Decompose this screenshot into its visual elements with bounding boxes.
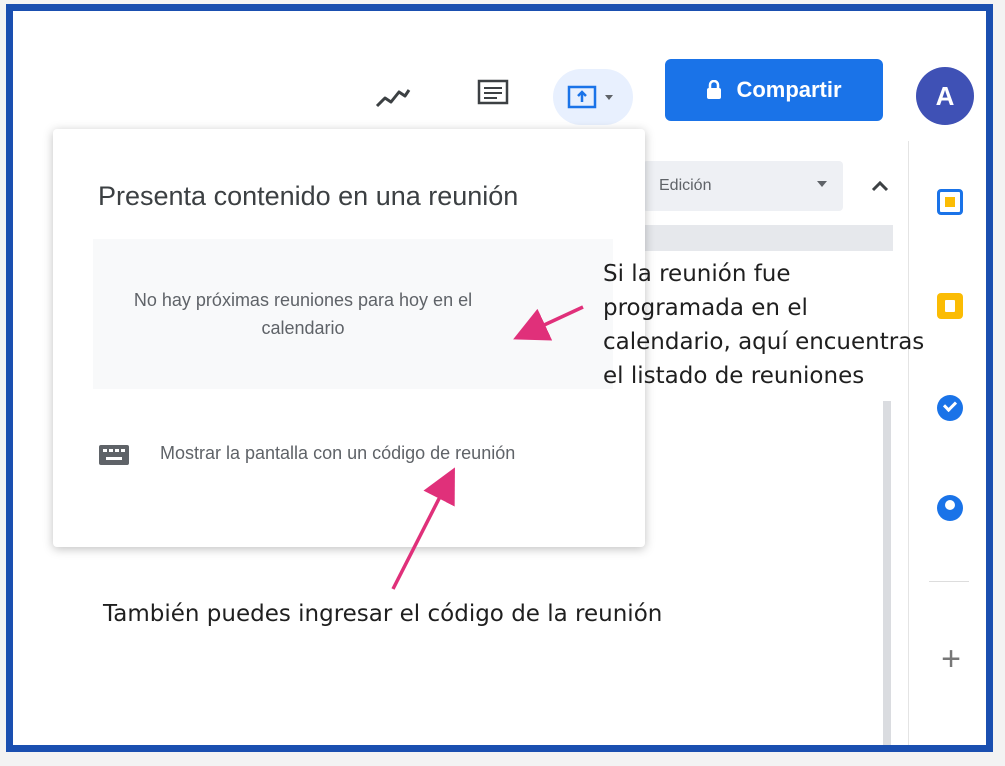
avatar-initial: A [935, 80, 955, 111]
contacts-icon[interactable] [937, 495, 963, 521]
side-panel-divider [929, 581, 969, 582]
keyboard-icon [99, 445, 129, 465]
share-label: Compartir [736, 77, 842, 102]
comments-icon [477, 79, 509, 105]
meeting-code-option[interactable]: Mostrar la pantalla con un código de reu… [98, 434, 618, 524]
popup-title: Presenta contenido en una reunión [98, 181, 519, 211]
avatar[interactable]: A [916, 67, 974, 125]
keep-icon[interactable] [937, 293, 963, 319]
annotation-calendar-note: Si la reunión fue programada en el calen… [603, 261, 925, 389]
share-button[interactable]: Compartir [665, 59, 883, 121]
collapse-toolbar-button[interactable] [863, 169, 897, 203]
present-meeting-popup: Presenta contenido en una reunión No hay… [53, 129, 645, 547]
no-meetings-text: No hay próximas reuniones para hoy en el… [133, 290, 473, 338]
toolbar: Compartir A [13, 11, 986, 141]
editing-mode-label: Edición [659, 177, 712, 194]
present-button[interactable] [553, 69, 633, 125]
tasks-icon[interactable] [937, 395, 963, 421]
comments-button[interactable] [468, 69, 518, 119]
activity-icon [375, 89, 411, 108]
add-addon-button[interactable]: + [931, 639, 971, 679]
no-meetings-box: No hay próximas reuniones para hoy en el… [93, 239, 613, 389]
chevron-up-icon [871, 180, 889, 192]
meeting-code-label: Mostrar la pantalla con un código de reu… [160, 443, 516, 463]
dropdown-caret-icon [817, 181, 827, 187]
activity-button[interactable] [368, 73, 418, 123]
calendar-icon[interactable] [937, 189, 963, 215]
editing-mode-select[interactable]: Edición [643, 161, 843, 211]
document-scrollbar[interactable] [883, 401, 891, 745]
side-panel: + [908, 141, 986, 745]
annotation-code-note: También puedes ingresar el código de la … [103, 601, 663, 627]
screenshot-frame: Compartir A Edición + Presenta contenido… [6, 4, 993, 752]
lock-icon [707, 80, 722, 99]
present-icon [567, 85, 613, 109]
ruler [643, 225, 893, 251]
